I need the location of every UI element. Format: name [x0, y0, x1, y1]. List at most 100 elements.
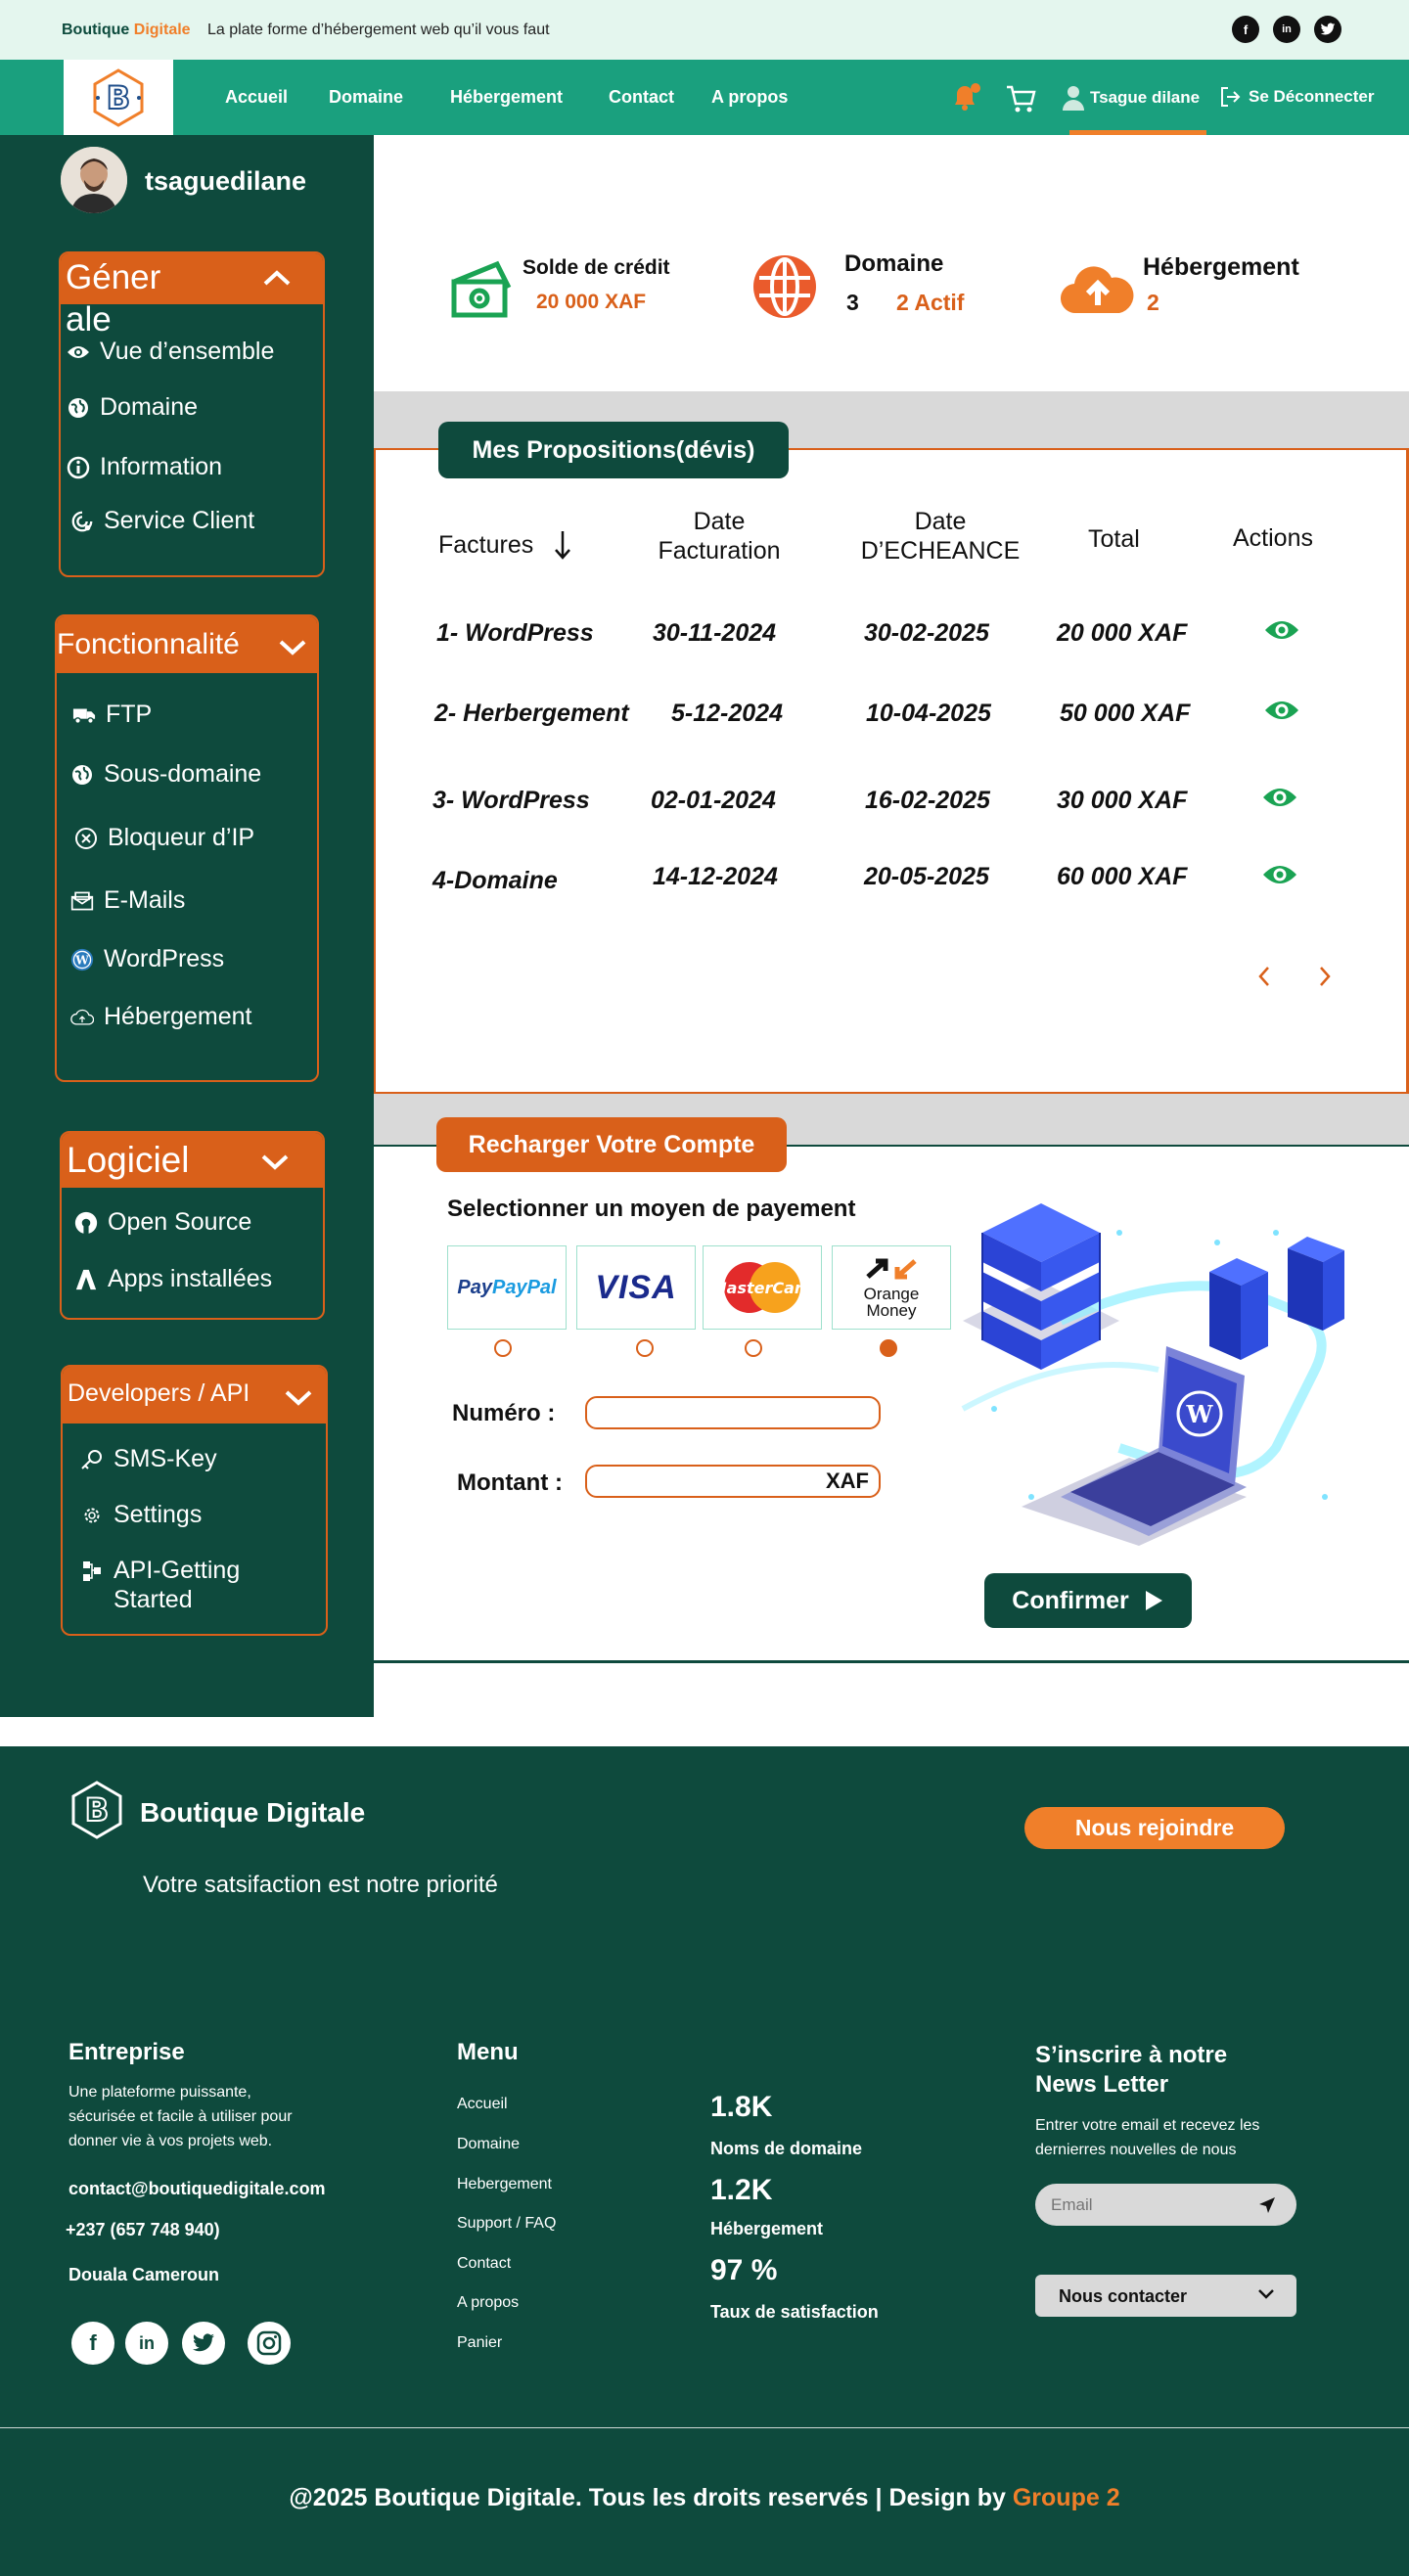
- facebook-icon[interactable]: f: [71, 2322, 114, 2365]
- gear-icon: [80, 1504, 104, 1527]
- logout-button[interactable]: Se Déconnecter: [1219, 85, 1375, 109]
- confirm-button[interactable]: Confirmer: [984, 1573, 1192, 1628]
- chevron-down-icon: [279, 640, 306, 655]
- nav-a-propos[interactable]: A propos: [711, 87, 788, 108]
- footer-email[interactable]: contact@boutiquedigitale.com: [68, 2179, 326, 2199]
- sort-arrow-down-icon: [555, 531, 571, 560]
- row-1-date-echeance: 30-02-2025: [864, 619, 989, 647]
- hosting-label: Hébergement: [1143, 253, 1299, 281]
- propositions-title: Mes Propositions(dévis): [438, 422, 789, 478]
- instagram-icon[interactable]: [248, 2322, 291, 2365]
- sidebar-item-vue-ensemble[interactable]: Vue d’ensemble: [67, 338, 274, 366]
- footer-brand: Boutique Digitale: [140, 1797, 366, 1828]
- montant-input[interactable]: XAF: [585, 1465, 881, 1498]
- numero-label: Numéro :: [452, 1400, 556, 1426]
- sidebar-item-settings[interactable]: Settings: [80, 1501, 202, 1529]
- row-1-total: 20 000 XAF: [1057, 619, 1188, 647]
- general-menu-header[interactable]: Géner: [61, 253, 323, 304]
- sidebar-item-bloqueur-ip[interactable]: Bloqueur d’IP: [74, 824, 254, 852]
- mastercard-radio[interactable]: [745, 1339, 762, 1357]
- paypal-option[interactable]: PayPayPal: [447, 1245, 567, 1330]
- support-icon: [70, 510, 94, 533]
- row-3-date-echeance: 16-02-2025: [865, 787, 990, 814]
- sidebar-item-apps-installees[interactable]: Apps installées: [74, 1265, 272, 1293]
- pagination-next-icon[interactable]: [1317, 965, 1333, 993]
- pagination-prev-icon[interactable]: [1256, 965, 1272, 993]
- view-eye-icon[interactable]: [1262, 863, 1297, 891]
- entreprise-description: Une plateforme puissante, sécurisée et fa…: [68, 2084, 293, 2149]
- main-nav: B Accueil Domaine Hébergement Contact A …: [0, 60, 1409, 135]
- currency-suffix: XAF: [826, 1469, 869, 1493]
- fonctionnalite-menu-header[interactable]: Fonctionnalité: [57, 616, 317, 673]
- twitter-icon[interactable]: [1314, 16, 1341, 43]
- numero-input[interactable]: [585, 1396, 881, 1429]
- footer-link-panier[interactable]: Panier: [457, 2334, 502, 2352]
- sidebar-item-hebergement[interactable]: Hébergement: [70, 1003, 251, 1031]
- api-icon: [80, 1559, 104, 1583]
- footer-link-domaine[interactable]: Domaine: [457, 2136, 520, 2153]
- sidebar-item-information[interactable]: Information: [67, 453, 222, 481]
- montant-label: Montant :: [457, 1469, 563, 1496]
- mastercard-option[interactable]: MasterCard: [703, 1245, 822, 1330]
- notification-bell-icon[interactable]: [949, 81, 982, 117]
- info-icon: [67, 456, 90, 479]
- header-factures[interactable]: Factures: [438, 529, 571, 561]
- sidebar-item-api-getting-started[interactable]: API-Getting Started: [80, 1556, 240, 1614]
- linkedin-icon[interactable]: in: [125, 2322, 168, 2365]
- sidebar-item-ftp[interactable]: FTP: [72, 700, 152, 729]
- sidebar-item-domaine[interactable]: Domaine: [67, 393, 198, 422]
- chevron-up-icon: [263, 270, 291, 286]
- view-eye-icon[interactable]: [1264, 699, 1299, 727]
- developers-menu-header[interactable]: Developers / API: [63, 1367, 326, 1424]
- sidebar-item-open-source[interactable]: Open Source: [74, 1208, 251, 1237]
- cart-icon[interactable]: [1005, 83, 1038, 119]
- facebook-icon[interactable]: f: [1232, 16, 1259, 43]
- nav-domaine[interactable]: Domaine: [329, 87, 403, 108]
- footer-link-accueil[interactable]: Accueil: [457, 2096, 508, 2113]
- paypal-radio[interactable]: [494, 1339, 512, 1357]
- eye-icon: [67, 340, 90, 364]
- user-menu[interactable]: Tsague dilane: [1063, 85, 1200, 111]
- sidebar-item-wordpress[interactable]: W WordPress: [70, 945, 224, 973]
- footer-link-support[interactable]: Support / FAQ: [457, 2215, 556, 2233]
- row-4-total: 60 000 XAF: [1057, 863, 1188, 890]
- footer-logo[interactable]: B: [67, 1780, 127, 1845]
- sidebar-username: tsaguedilane: [145, 166, 307, 196]
- footer-link-hebergement[interactable]: Hebergement: [457, 2176, 552, 2193]
- nav-hebergement[interactable]: Hébergement: [450, 87, 563, 108]
- visa-radio[interactable]: [636, 1339, 654, 1357]
- sidebar-item-sous-domaine[interactable]: Sous-domaine: [70, 760, 261, 789]
- orange-money-radio[interactable]: [880, 1339, 897, 1357]
- logiciel-menu-header[interactable]: Logiciel: [62, 1133, 323, 1188]
- cloud-upload-icon: [1060, 262, 1135, 322]
- nav-contact[interactable]: Contact: [609, 87, 674, 108]
- contact-select[interactable]: Nous contacter: [1035, 2275, 1296, 2317]
- user-icon: [1063, 86, 1084, 111]
- credit-label: Solde de crédit: [523, 256, 670, 279]
- globe-icon: [750, 252, 819, 326]
- svg-text:B: B: [107, 79, 130, 116]
- footer-link-contact[interactable]: Contact: [457, 2255, 511, 2273]
- view-eye-icon[interactable]: [1262, 786, 1297, 814]
- avatar[interactable]: [61, 147, 127, 213]
- linkedin-icon[interactable]: in: [1273, 16, 1300, 43]
- visa-option[interactable]: VISA: [576, 1245, 696, 1330]
- send-icon[interactable]: [1257, 2195, 1277, 2215]
- sidebar-item-emails[interactable]: E-Mails: [70, 886, 185, 915]
- footer-link-a-propos[interactable]: A propos: [457, 2294, 519, 2312]
- domain-count: 3: [846, 290, 859, 315]
- join-button[interactable]: Nous rejoindre: [1024, 1807, 1285, 1849]
- newsletter-title: S’inscrire à notre News Letter: [1035, 2042, 1228, 2098]
- nav-accueil[interactable]: Accueil: [225, 87, 288, 108]
- newsletter-email-input[interactable]: [1051, 2193, 1247, 2217]
- twitter-icon[interactable]: [182, 2322, 225, 2365]
- logo[interactable]: B: [64, 60, 173, 135]
- newsletter-description: Entrer votre email et recevez les dernier…: [1035, 2117, 1260, 2158]
- svg-text:MasterCard: MasterCard: [716, 1279, 808, 1297]
- sidebar-item-sms-key[interactable]: SMS-Key: [80, 1445, 217, 1473]
- truck-icon: [72, 703, 96, 727]
- footer-phone: +237 (657 748 940): [66, 2220, 220, 2239]
- view-eye-icon[interactable]: [1264, 618, 1299, 647]
- sidebar-item-service-client[interactable]: Service Client: [70, 507, 254, 535]
- entreprise-title: Entreprise: [68, 2039, 185, 2065]
